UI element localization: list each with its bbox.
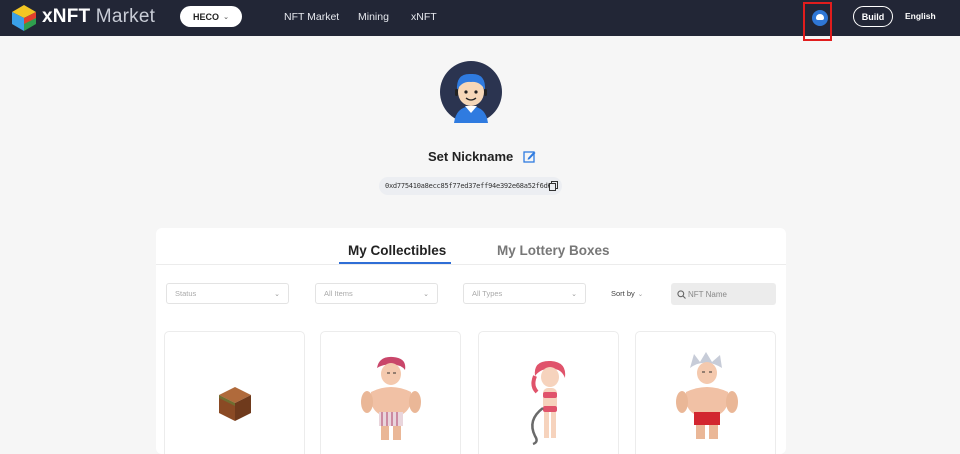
chevron-down-icon: ⌄: [423, 290, 429, 298]
nav-mining[interactable]: Mining: [358, 11, 389, 23]
muscle-man-pink-hair-image: [361, 356, 421, 440]
items-select-placeholder: All Items: [324, 289, 353, 298]
nft-card[interactable]: [320, 331, 461, 454]
nickname-label: Set Nickname: [428, 149, 514, 164]
nft-card[interactable]: [635, 331, 776, 454]
chevron-down-icon: ⌄: [637, 291, 644, 298]
copy-icon[interactable]: [549, 181, 558, 191]
network-label: HECO: [193, 11, 220, 22]
wallet-address: 0xd775410a8ecc85f77ed37eff94e392e68a52f6…: [379, 177, 562, 195]
account-button[interactable]: [803, 2, 832, 41]
brand-strong: xNFT: [42, 6, 91, 27]
brand-light: Market: [95, 6, 156, 27]
sort-by-label: Sort by: [611, 289, 635, 298]
swimsuit-girl-pink-hair-image: [531, 360, 566, 446]
nft-card[interactable]: [478, 331, 619, 454]
types-select[interactable]: All Types ⌄: [463, 283, 586, 304]
tab-divider: [156, 264, 786, 265]
search-input[interactable]: [688, 289, 768, 299]
nft-search[interactable]: [671, 283, 776, 305]
search-icon: [677, 289, 686, 299]
sort-by-dropdown[interactable]: Sort by ⌄: [611, 289, 643, 298]
profile-avatar: [440, 61, 502, 123]
nft-card[interactable]: [164, 331, 305, 454]
network-selector[interactable]: HECO ⌄: [180, 6, 242, 27]
chevron-down-icon: ⌄: [223, 13, 229, 21]
cube-box-image: [219, 387, 251, 421]
xnft-logo-icon: [12, 5, 36, 31]
edit-icon[interactable]: [523, 150, 536, 163]
tab-my-lottery-boxes[interactable]: My Lottery Boxes: [497, 243, 610, 258]
items-select[interactable]: All Items ⌄: [315, 283, 438, 304]
wallet-address-text: 0xd775410a8ecc85f77ed37eff94e392e68a52f6…: [385, 182, 552, 190]
build-button[interactable]: Build: [853, 6, 893, 27]
account-avatar-icon: [812, 10, 828, 26]
nav-nft-market[interactable]: NFT Market: [284, 11, 339, 23]
brand-title[interactable]: xNFT Market: [42, 6, 155, 28]
status-select[interactable]: Status ⌄: [166, 283, 289, 304]
types-select-placeholder: All Types: [472, 289, 503, 298]
tab-my-collectibles[interactable]: My Collectibles: [348, 243, 446, 258]
top-navbar: xNFT Market HECO ⌄ NFT Market Mining xNF…: [0, 0, 960, 41]
status-select-placeholder: Status: [175, 289, 197, 298]
nav-xnft[interactable]: xNFT: [411, 11, 437, 23]
muscle-man-white-hair-image: [676, 352, 738, 439]
chevron-down-icon: ⌄: [274, 290, 280, 298]
chevron-down-icon: ⌄: [571, 290, 577, 298]
language-selector[interactable]: English: [905, 11, 936, 21]
